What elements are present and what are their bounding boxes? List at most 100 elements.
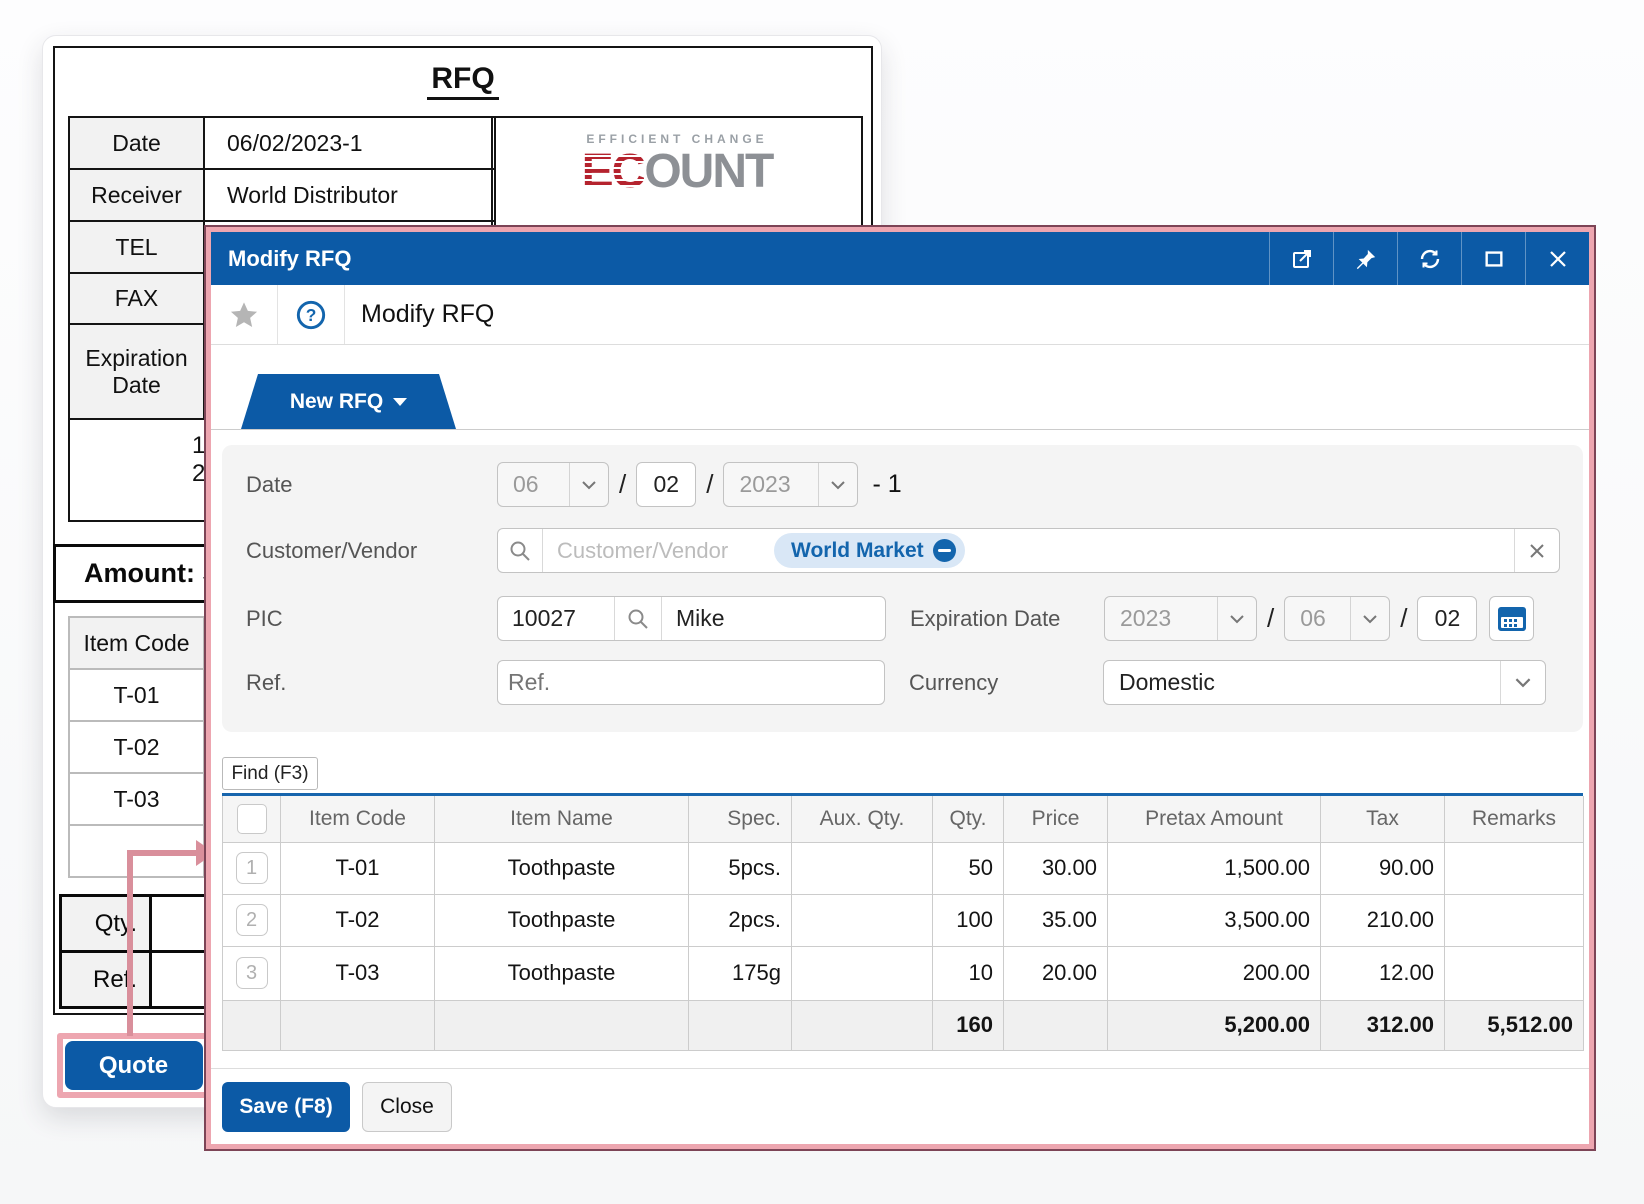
cell-remarks[interactable] xyxy=(1445,894,1584,946)
cell-tax[interactable]: 12.00 xyxy=(1321,946,1445,1000)
close-dialog-button[interactable] xyxy=(1525,232,1589,285)
refresh-icon xyxy=(1418,247,1442,271)
cell-item-name[interactable]: Toothpaste xyxy=(435,946,689,1000)
quote-button[interactable]: Quote xyxy=(65,1041,203,1090)
row-number: 3 xyxy=(236,957,268,989)
doc-item-code-1: T-01 xyxy=(69,669,204,721)
modify-rfq-dialog: Modify RFQ ? Modify RFQ xyxy=(206,227,1594,1149)
row-number: 1 xyxy=(236,852,268,884)
ref-input[interactable] xyxy=(497,660,885,705)
totals-row: 160 5,200.00 312.00 5,512.00 xyxy=(223,1000,1584,1050)
items-grid-wrap: Item Code Item Name Spec. Aux. Qty. Qty.… xyxy=(222,793,1583,1051)
customer-vendor-field: World Market xyxy=(497,528,1560,573)
cell-item-code[interactable]: T-01 xyxy=(281,842,435,894)
date-month-value: 06 xyxy=(498,463,569,506)
action-bar: Save (F8) Close xyxy=(222,1082,452,1132)
cell-aux-qty[interactable] xyxy=(792,842,933,894)
chevron-down-icon xyxy=(393,398,407,406)
dialog-toolbar: ? Modify RFQ xyxy=(211,285,1589,345)
tab-new-rfq[interactable]: New RFQ xyxy=(241,374,456,429)
close-button[interactable]: Close xyxy=(362,1082,452,1132)
date-separator: / xyxy=(1267,603,1274,634)
cell-item-name[interactable]: Toothpaste xyxy=(435,842,689,894)
items-table: Item Code Item Name Spec. Aux. Qty. Qty.… xyxy=(222,796,1584,1051)
cell-pretax[interactable]: 200.00 xyxy=(1108,946,1321,1000)
col-qty: Qty. xyxy=(933,796,1004,842)
doc-value-receiver: World Distributor xyxy=(204,169,495,221)
customer-vendor-input[interactable] xyxy=(543,538,768,564)
find-button[interactable]: Find (F3) xyxy=(222,757,318,790)
dialog-title: Modify RFQ xyxy=(211,232,1269,285)
cell-tax[interactable]: 90.00 xyxy=(1321,842,1445,894)
clear-customer-button[interactable] xyxy=(1514,529,1559,572)
expiration-month-select[interactable]: 06 xyxy=(1284,596,1390,641)
customer-search-button[interactable] xyxy=(498,529,543,572)
remove-tag-icon[interactable] xyxy=(933,539,956,562)
quote-highlight-annotation: Quote xyxy=(57,1033,210,1098)
date-day-input[interactable] xyxy=(636,462,696,507)
cell-remarks[interactable] xyxy=(1445,842,1584,894)
expiration-year-select[interactable]: 2023 xyxy=(1104,596,1257,641)
select-all-header xyxy=(223,796,281,842)
ref-label: Ref. xyxy=(246,670,497,696)
maximize-button[interactable] xyxy=(1461,232,1525,285)
date-year-select[interactable]: 2023 xyxy=(723,462,858,507)
open-new-window-button[interactable] xyxy=(1269,232,1333,285)
cell-price[interactable]: 20.00 xyxy=(1004,946,1108,1000)
date-year-value: 2023 xyxy=(724,463,818,506)
save-button[interactable]: Save (F8) xyxy=(222,1082,350,1132)
expiration-day-input[interactable] xyxy=(1417,596,1477,641)
doc-qty-label: Qty. xyxy=(61,896,151,952)
customer-tag-label: World Market xyxy=(791,539,924,563)
table-row[interactable]: 3 T-03 Toothpaste 175g 10 20.00 200.00 1… xyxy=(223,946,1584,1000)
currency-select[interactable]: Domestic xyxy=(1103,660,1546,705)
cell-aux-qty[interactable] xyxy=(792,894,933,946)
select-all-checkbox[interactable] xyxy=(237,804,267,834)
col-spec: Spec. xyxy=(689,796,792,842)
cell-spec[interactable]: 175g xyxy=(689,946,792,1000)
cell-qty[interactable]: 100 xyxy=(933,894,1004,946)
table-row[interactable]: 1 T-01 Toothpaste 5pcs. 50 30.00 1,500.0… xyxy=(223,842,1584,894)
logo-ec-part: EC xyxy=(582,145,645,198)
doc-label-receiver: Receiver xyxy=(69,169,204,221)
cell-price[interactable]: 30.00 xyxy=(1004,842,1108,894)
pic-code-input[interactable] xyxy=(498,597,614,640)
date-month-select[interactable]: 06 xyxy=(497,462,609,507)
close-icon xyxy=(1546,247,1570,271)
cell-qty[interactable]: 10 xyxy=(933,946,1004,1000)
cell-price[interactable]: 35.00 xyxy=(1004,894,1108,946)
col-pretax-amount: Pretax Amount xyxy=(1108,796,1321,842)
cell-tax[interactable]: 210.00 xyxy=(1321,894,1445,946)
ref-row: Ref. Currency Domestic xyxy=(246,660,1563,705)
pic-search-button[interactable] xyxy=(614,597,662,640)
cell-pretax[interactable]: 1,500.00 xyxy=(1108,842,1321,894)
logo-ount-part: OUNT xyxy=(644,145,772,198)
pin-button[interactable] xyxy=(1333,232,1397,285)
grand-total: 5,512.00 xyxy=(1445,1000,1584,1050)
doc-value-date: 06/02/2023-1 xyxy=(204,117,495,169)
total-tax: 312.00 xyxy=(1321,1000,1445,1050)
cell-item-code[interactable]: T-02 xyxy=(281,894,435,946)
favorite-button[interactable] xyxy=(211,285,278,344)
cell-remarks[interactable] xyxy=(1445,946,1584,1000)
pic-name-input[interactable] xyxy=(662,597,885,640)
logo-wordmark: ECOUNT xyxy=(493,146,861,199)
cell-spec[interactable]: 5pcs. xyxy=(689,842,792,894)
help-button[interactable]: ? xyxy=(278,285,345,344)
cell-pretax[interactable]: 3,500.00 xyxy=(1108,894,1321,946)
calendar-picker-button[interactable] xyxy=(1489,596,1534,641)
col-tax: Tax xyxy=(1321,796,1445,842)
cell-qty[interactable]: 50 xyxy=(933,842,1004,894)
table-row[interactable]: 2 T-02 Toothpaste 2pcs. 100 35.00 3,500.… xyxy=(223,894,1584,946)
total-pretax: 5,200.00 xyxy=(1108,1000,1321,1050)
cell-item-code[interactable]: T-03 xyxy=(281,946,435,1000)
cell-aux-qty[interactable] xyxy=(792,946,933,1000)
customer-tag[interactable]: World Market xyxy=(774,533,965,568)
refresh-button[interactable] xyxy=(1397,232,1461,285)
calendar-icon xyxy=(1497,605,1527,633)
pic-label: PIC xyxy=(246,606,497,632)
cell-item-name[interactable]: Toothpaste xyxy=(435,894,689,946)
maximize-icon xyxy=(1483,248,1505,270)
doc-item-code-header: Item Code xyxy=(69,617,204,669)
cell-spec[interactable]: 2pcs. xyxy=(689,894,792,946)
